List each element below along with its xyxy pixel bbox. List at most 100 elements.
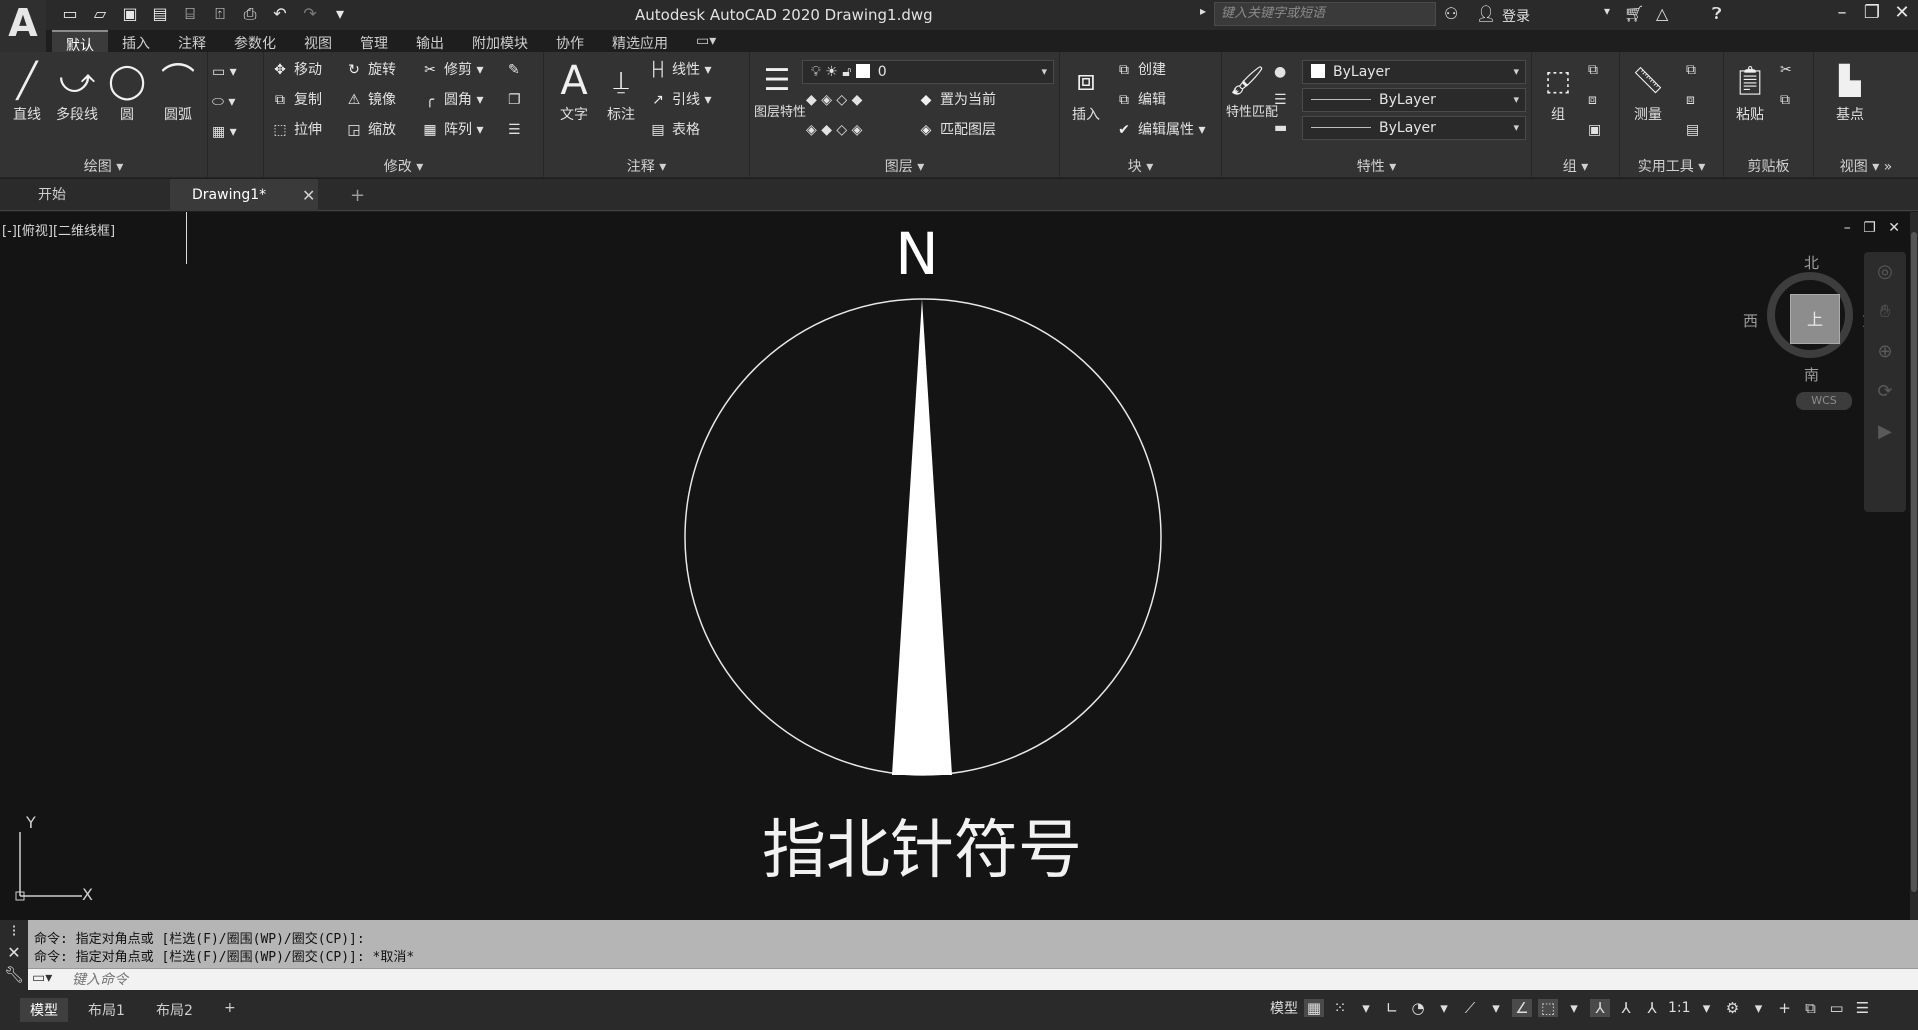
- snap-icon[interactable]: ⁙: [1330, 999, 1350, 1017]
- add-layout-icon[interactable]: +: [214, 998, 246, 1018]
- viewcube[interactable]: 北 南 东 西 上 WCS: [1740, 252, 1880, 412]
- ungroup-icon[interactable]: ⧉: [1588, 58, 1598, 82]
- orbit-icon[interactable]: ⟳: [1864, 372, 1906, 412]
- insert-block-tool[interactable]: ⧈ 插入: [1064, 58, 1108, 124]
- customize-wrench-icon[interactable]: 🔧︎: [0, 964, 28, 986]
- group-select-icon[interactable]: ▣: [1588, 118, 1601, 142]
- circle-tool[interactable]: ◯ 圆: [106, 58, 148, 124]
- quick-select-icon[interactable]: ⧉: [1686, 58, 1696, 82]
- tab-insert[interactable]: 插入: [108, 30, 164, 52]
- scale-button[interactable]: ◲ 缩放: [344, 118, 396, 142]
- close-command-line-icon[interactable]: ✕: [0, 942, 28, 964]
- line-tool[interactable]: ╱ 直线: [6, 58, 48, 124]
- user-icon[interactable]: 👤︎: [1476, 4, 1496, 23]
- panel-title-annotation[interactable]: 注释 ▾: [544, 156, 749, 176]
- ortho-icon[interactable]: ∟: [1382, 999, 1402, 1017]
- redo-icon[interactable]: ↷: [298, 3, 322, 25]
- steering-wheel-icon[interactable]: ◎: [1864, 252, 1906, 292]
- polar-dropdown-icon[interactable]: ▾: [1434, 999, 1454, 1017]
- tab-manage[interactable]: 管理: [346, 30, 402, 52]
- binoculars-icon[interactable]: ⚇: [1444, 4, 1458, 23]
- drawing-canvas[interactable]: [-][俯视][二维线框] – ❐ ✕ N 指北针符号 北 南 东 西 上 WC…: [0, 212, 1910, 920]
- autodesk-a360-icon[interactable]: △: [1656, 4, 1668, 23]
- tab-output[interactable]: 输出: [402, 30, 458, 52]
- mirror-button[interactable]: ⚠ 镜像: [344, 88, 396, 112]
- layer-properties-tool[interactable]: ☰ 图层特性: [754, 58, 806, 121]
- annotation-scale-icon[interactable]: ⅄: [1642, 999, 1662, 1017]
- viewcube-south[interactable]: 南: [1804, 364, 1819, 385]
- scrollbar-thumb[interactable]: [1911, 232, 1917, 892]
- search-expand-icon[interactable]: ▸: [1200, 4, 1206, 18]
- edit-attributes-button[interactable]: ✔ 编辑属性 ▾: [1114, 118, 1205, 142]
- annotation-monitor-icon[interactable]: +: [1775, 999, 1795, 1017]
- minimize-icon[interactable]: –: [1828, 2, 1856, 23]
- trim-button[interactable]: ✂ 修剪 ▾: [420, 58, 483, 82]
- workspace-gear-icon[interactable]: ⚙: [1723, 999, 1743, 1017]
- undo-icon[interactable]: ↶: [268, 3, 292, 25]
- object-snap-tracking-icon[interactable]: ∠: [1512, 999, 1532, 1017]
- scale-dropdown-icon[interactable]: ▾: [1697, 999, 1717, 1017]
- tab-view[interactable]: 视图: [290, 30, 346, 52]
- explode-icon[interactable]: ❐: [508, 88, 521, 112]
- panel-title-properties[interactable]: 特性 ▾: [1222, 156, 1531, 176]
- layout-tab-model[interactable]: 模型: [20, 998, 68, 1022]
- tab-start[interactable]: 开始: [38, 179, 138, 211]
- hatch-icon[interactable]: ▦ ▾: [212, 120, 237, 144]
- panel-title-modify[interactable]: 修改 ▾: [264, 156, 543, 176]
- panel-title-view[interactable]: 视图 ▾ »: [1814, 156, 1918, 176]
- grid-icon[interactable]: ▦: [1304, 999, 1324, 1017]
- panel-title-block[interactable]: 块 ▾: [1060, 156, 1221, 176]
- plot-icon[interactable]: ⎙: [238, 3, 262, 25]
- create-block-button[interactable]: ⧉ 创建: [1114, 58, 1166, 82]
- table-button[interactable]: ▤ 表格: [648, 118, 700, 142]
- viewcube-north[interactable]: 北: [1804, 252, 1819, 273]
- tab-addins[interactable]: 附加模块: [458, 30, 542, 52]
- group-tool[interactable]: ⬚ 组: [1536, 58, 1580, 124]
- group-edit-icon[interactable]: ⧈: [1588, 88, 1597, 112]
- match-layer-button[interactable]: ◈ 匹配图层: [916, 118, 996, 142]
- layer-tools-row1[interactable]: ◆ ◈ ◇ ◆: [806, 88, 862, 112]
- ellipse-icon[interactable]: ⬭ ▾: [212, 90, 235, 114]
- array-button[interactable]: ▦ 阵列 ▾: [420, 118, 483, 142]
- cut-icon[interactable]: ✂: [1780, 58, 1792, 82]
- layout-tab-layout2[interactable]: 布局2: [146, 998, 203, 1022]
- command-input[interactable]: [72, 970, 1572, 990]
- new-file-icon[interactable]: ▭: [58, 3, 82, 25]
- panel-title-groups[interactable]: 组 ▾: [1532, 156, 1619, 176]
- customization-menu-icon[interactable]: ☰: [1853, 999, 1873, 1017]
- color-dropdown[interactable]: ByLayer ▾: [1302, 60, 1526, 84]
- viewcube-west[interactable]: 西: [1743, 310, 1758, 331]
- application-menu-button[interactable]: A: [0, 0, 46, 52]
- rectangle-icon[interactable]: ▭ ▾: [212, 60, 237, 84]
- panel-title-draw[interactable]: 绘图 ▾: [0, 156, 207, 176]
- showmotion-icon[interactable]: ▶: [1864, 412, 1906, 452]
- help-icon[interactable]: ❓︎: [1712, 4, 1722, 24]
- web-mobile-open-icon[interactable]: ⌸: [178, 3, 202, 25]
- object-snap-icon[interactable]: ⬚: [1538, 999, 1558, 1017]
- arc-tool[interactable]: ⌒ 圆弧: [156, 58, 200, 124]
- tab-collaborate[interactable]: 协作: [542, 30, 598, 52]
- move-button[interactable]: ✥ 移动: [270, 58, 322, 82]
- dimension-tool[interactable]: ⍊ 标注: [600, 58, 642, 124]
- rotate-button[interactable]: ↻ 旋转: [344, 58, 396, 82]
- edit-block-button[interactable]: ⧉ 编辑: [1114, 88, 1166, 112]
- restore-icon[interactable]: ❐: [1858, 2, 1886, 23]
- wcs-menu[interactable]: WCS: [1796, 392, 1852, 410]
- tab-featured-apps[interactable]: 精选应用: [598, 30, 682, 52]
- tab-default[interactable]: 默认: [52, 30, 108, 54]
- copy-button[interactable]: ⧉ 复制: [270, 88, 322, 112]
- auto-scale-icon[interactable]: ⅄: [1616, 999, 1636, 1017]
- search-input[interactable]: 键入关键字或短语: [1214, 2, 1436, 26]
- linetype-dropdown[interactable]: ByLayer ▾: [1302, 116, 1526, 140]
- model-space-button[interactable]: 模型: [1270, 998, 1298, 1018]
- web-mobile-save-icon[interactable]: ⍐: [208, 3, 232, 25]
- stretch-button[interactable]: ⬚ 拉伸: [270, 118, 322, 142]
- ribbon-toggle-icon[interactable]: ▭▾: [682, 30, 730, 52]
- layer-dropdown[interactable]: 💡︎ ☀ 🔓︎ 0 ▾: [802, 60, 1054, 84]
- pan-icon[interactable]: ✋︎: [1864, 292, 1906, 332]
- recent-commands-icon[interactable]: ▭▾: [32, 970, 52, 986]
- object-snap-dropdown-icon[interactable]: ▾: [1564, 999, 1584, 1017]
- annotation-scale-value[interactable]: 1:1: [1668, 1000, 1691, 1016]
- viewcube-top-face[interactable]: 上: [1790, 294, 1840, 344]
- login-dropdown-icon[interactable]: ▾: [1604, 4, 1610, 18]
